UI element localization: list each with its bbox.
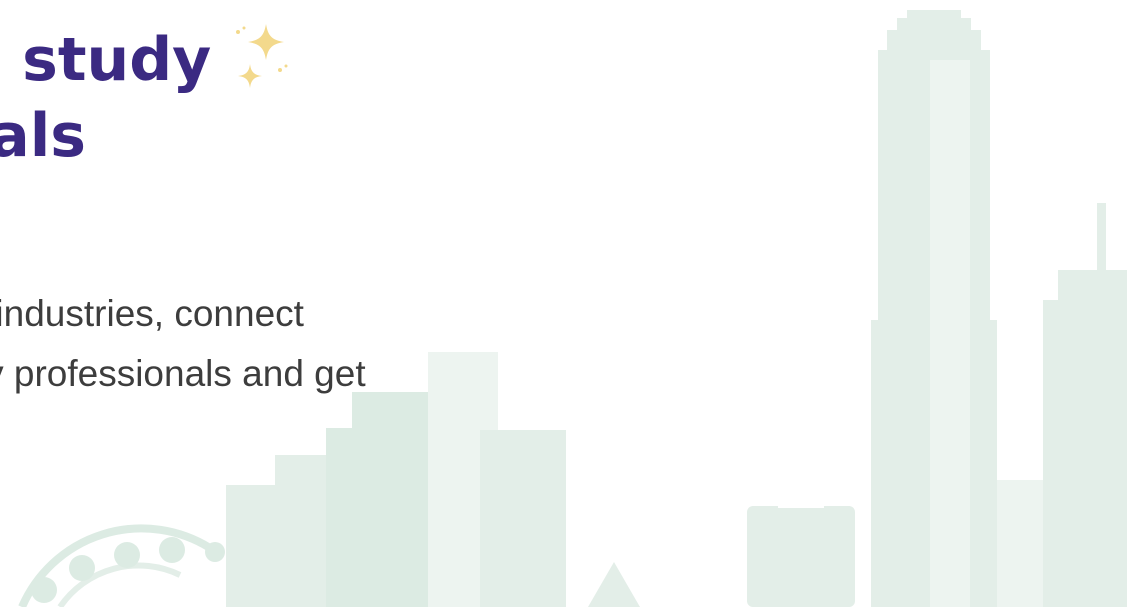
sparkle-icon <box>236 24 288 88</box>
hero-headline-line-1: o study <box>0 25 212 95</box>
hero-section: o study oals nd industries, connect stry… <box>0 0 1127 607</box>
hero-headline-line-2: oals <box>0 101 86 171</box>
hero-description-line-2: stry professionals and get <box>0 353 366 394</box>
hero-description: nd industries, connect stry professional… <box>0 284 366 404</box>
hero-headline: o study oals <box>0 22 211 174</box>
hero-description-line-1: nd industries, connect <box>0 293 304 334</box>
